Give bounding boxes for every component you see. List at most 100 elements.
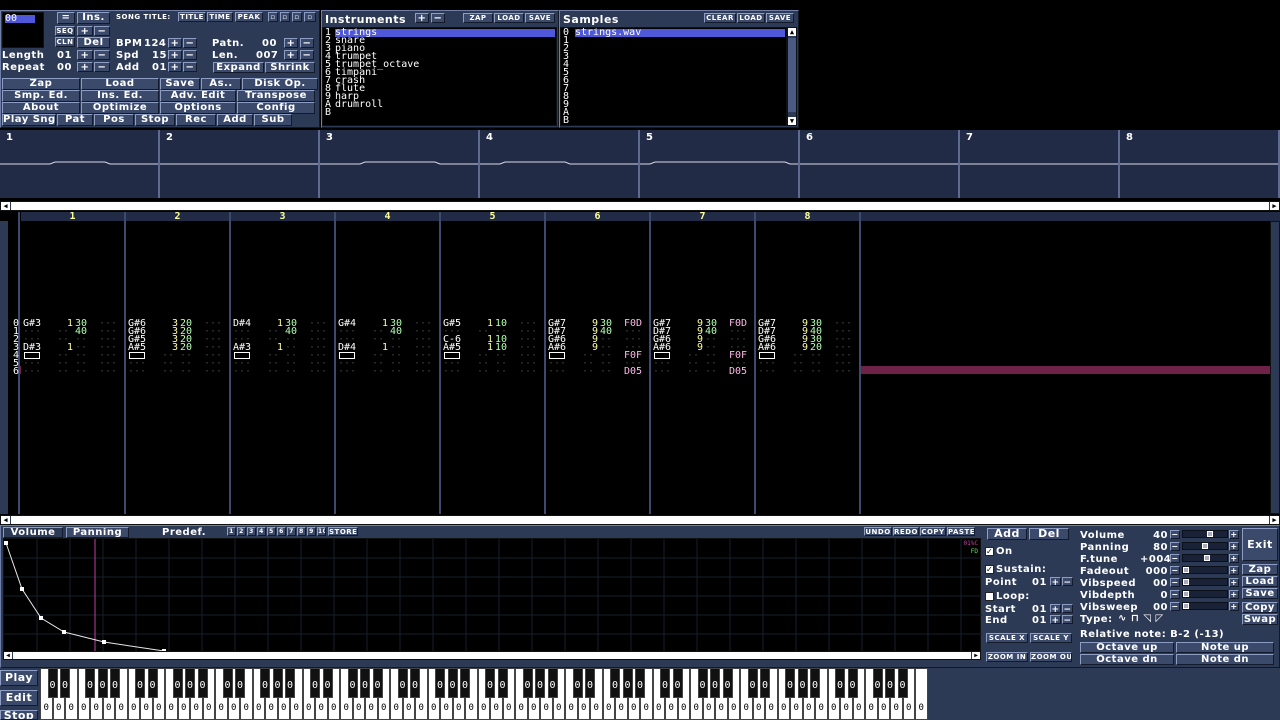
stop-button[interactable]: Stop [0,710,38,720]
add-minus-button[interactable]: − [183,62,197,72]
envelope-preset-slot[interactable]: 4 [257,527,266,536]
scroll-thumb[interactable] [11,516,1269,524]
title-tab[interactable]: TITLE [178,12,206,22]
black-key[interactable]: 0 [610,668,620,698]
black-key[interactable]: 0 [235,668,245,698]
loop-checkbox[interactable]: Loop: [985,591,1030,602]
black-key[interactable]: 0 [372,668,383,698]
fadeout-slider[interactable] [1182,566,1228,574]
inst-save-button[interactable]: Save [1242,588,1278,599]
black-key[interactable]: 0 [760,668,770,698]
undo-button[interactable]: UNDO [864,527,892,536]
fadeout-minus-button[interactable]: − [1170,566,1180,575]
waveform-selector[interactable]: ∿ ⊓ ◹ ◸ [1118,613,1164,624]
slider-thumb[interactable] [1204,555,1210,561]
edit-button[interactable]: Edit [0,690,38,706]
octave-dn-button[interactable]: Octave dn [1080,654,1174,665]
scroll-left-arrow-icon[interactable]: ◀ [1,202,10,210]
track-header[interactable]: 1 [21,212,124,222]
seq-button[interactable]: SEQ [55,26,75,36]
add-plus-button[interactable]: + [168,62,182,72]
window-icon-1[interactable]: ▫ [268,12,278,22]
position-plus-button[interactable]: + [77,26,93,36]
black-key[interactable]: 0 [285,668,295,698]
pattern-bottom-scrollbar[interactable]: ◀ ▶ [0,515,1280,525]
black-key[interactable]: 0 [260,668,270,698]
black-key[interactable]: 0 [85,668,95,698]
samples-clear-button[interactable]: CLEAR [704,13,736,23]
channel-scope[interactable]: 2 [160,130,320,198]
zoom-out-button[interactable]: ZOOM OUT [1030,652,1072,662]
zap-button[interactable]: Zap [2,78,80,90]
env-del-button[interactable]: Del [1029,528,1069,540]
empty-instrument[interactable]: ·· [372,367,384,377]
song-position-list[interactable]: 00 [2,12,44,48]
instrument-item[interactable]: drumroll [335,100,535,110]
square-wave-icon[interactable]: ⊓ [1131,613,1139,624]
envelope-preset-slot[interactable]: 10 [317,527,326,536]
vibsweep-slider[interactable] [1182,602,1228,610]
empty-volume[interactable]: ·· [810,367,822,377]
empty-effect[interactable]: ··· [414,367,432,377]
position-ins-button[interactable]: Ins. [77,12,110,24]
track-header[interactable]: 5 [441,212,544,222]
black-key[interactable]: 0 [347,668,358,698]
vibspeed-minus-button[interactable]: − [1170,578,1180,587]
panning-plus-button[interactable]: + [1229,542,1239,551]
repeat-minus-button[interactable]: − [94,62,110,72]
volume-plus-button[interactable]: + [1229,530,1239,539]
black-key[interactable]: 0 [535,668,545,698]
patn-plus-button[interactable]: + [284,38,298,48]
ramp-down-icon[interactable]: ◹ [1143,613,1151,624]
config-button[interactable]: Config [237,102,315,114]
track-header[interactable]: 4 [336,212,439,222]
black-key[interactable]: 0 [810,668,820,698]
spd-minus-button[interactable]: − [183,50,197,60]
black-key[interactable]: 0 [322,668,333,698]
shrink-button[interactable]: Shrink [265,62,315,73]
peak-tab[interactable]: PEAK [235,12,263,22]
empty-volume[interactable]: ·· [390,367,402,377]
position-minus-button[interactable]: − [94,26,110,36]
channel-scope[interactable]: 8 [1120,130,1280,198]
channel-scope[interactable]: 7 [960,130,1120,198]
note-up-button[interactable]: Note up [1176,642,1274,653]
track-header[interactable]: 7 [651,212,754,222]
ftune-plus-button[interactable]: + [1229,554,1239,563]
sustain-point-minus[interactable]: − [1062,577,1073,586]
vibspeed-plus-button[interactable]: + [1229,578,1239,587]
black-key[interactable]: 0 [785,668,795,698]
empty-instrument[interactable]: ·· [582,367,594,377]
vibspeed-slider[interactable] [1182,578,1228,586]
pattern-track[interactable]: 4 G#4 1 30 ··· ··· ·· 40 ··· ··· ·· ·· ··· D#4 1 ·· ··· ·… [336,212,441,514]
instrument-item[interactable]: strings [335,28,555,38]
empty-effect[interactable]: ··· [309,367,327,377]
empty-note[interactable]: ··· [443,367,461,377]
empty-instrument[interactable]: ·· [792,367,804,377]
sample-list[interactable]: 0 strings.wav 1 2 3 4 5 6 7 8 9 A B [560,27,787,126]
bpm-plus-button[interactable]: + [168,38,182,48]
black-key[interactable]: 0 [872,668,883,698]
sample-item[interactable]: strings.wav [575,28,785,38]
disk-op-button[interactable]: Disk Op. [242,78,318,90]
black-key[interactable]: 0 [885,668,895,698]
empty-note[interactable]: ··· [548,367,566,377]
envelope-preset-slot[interactable]: 5 [267,527,276,536]
scroll-thumb[interactable] [788,38,796,112]
patn-minus-button[interactable]: − [300,38,314,48]
pat-button[interactable]: Pat [57,114,93,126]
octave-up-button[interactable]: Octave up [1080,642,1174,653]
env-on-checkbox[interactable]: ✓ On [985,546,1013,557]
optimize-button[interactable]: Optimize [81,102,159,114]
spd-plus-button[interactable]: + [168,50,182,60]
pattern-note[interactable]: D#4 [338,343,356,353]
black-key[interactable]: 0 [797,668,808,698]
play-sng-button[interactable]: Play Sng [2,114,56,126]
transpose-button[interactable]: Transpose [237,90,315,102]
vibdepth-plus-button[interactable]: + [1229,590,1239,599]
pattern-vertical-scrollbar[interactable] [1270,221,1280,514]
instruments-prev-button[interactable]: − [431,13,445,23]
add-button[interactable]: Add [217,114,253,126]
position-equal-button[interactable]: = [57,12,75,24]
empty-note[interactable]: ··· [23,367,41,377]
